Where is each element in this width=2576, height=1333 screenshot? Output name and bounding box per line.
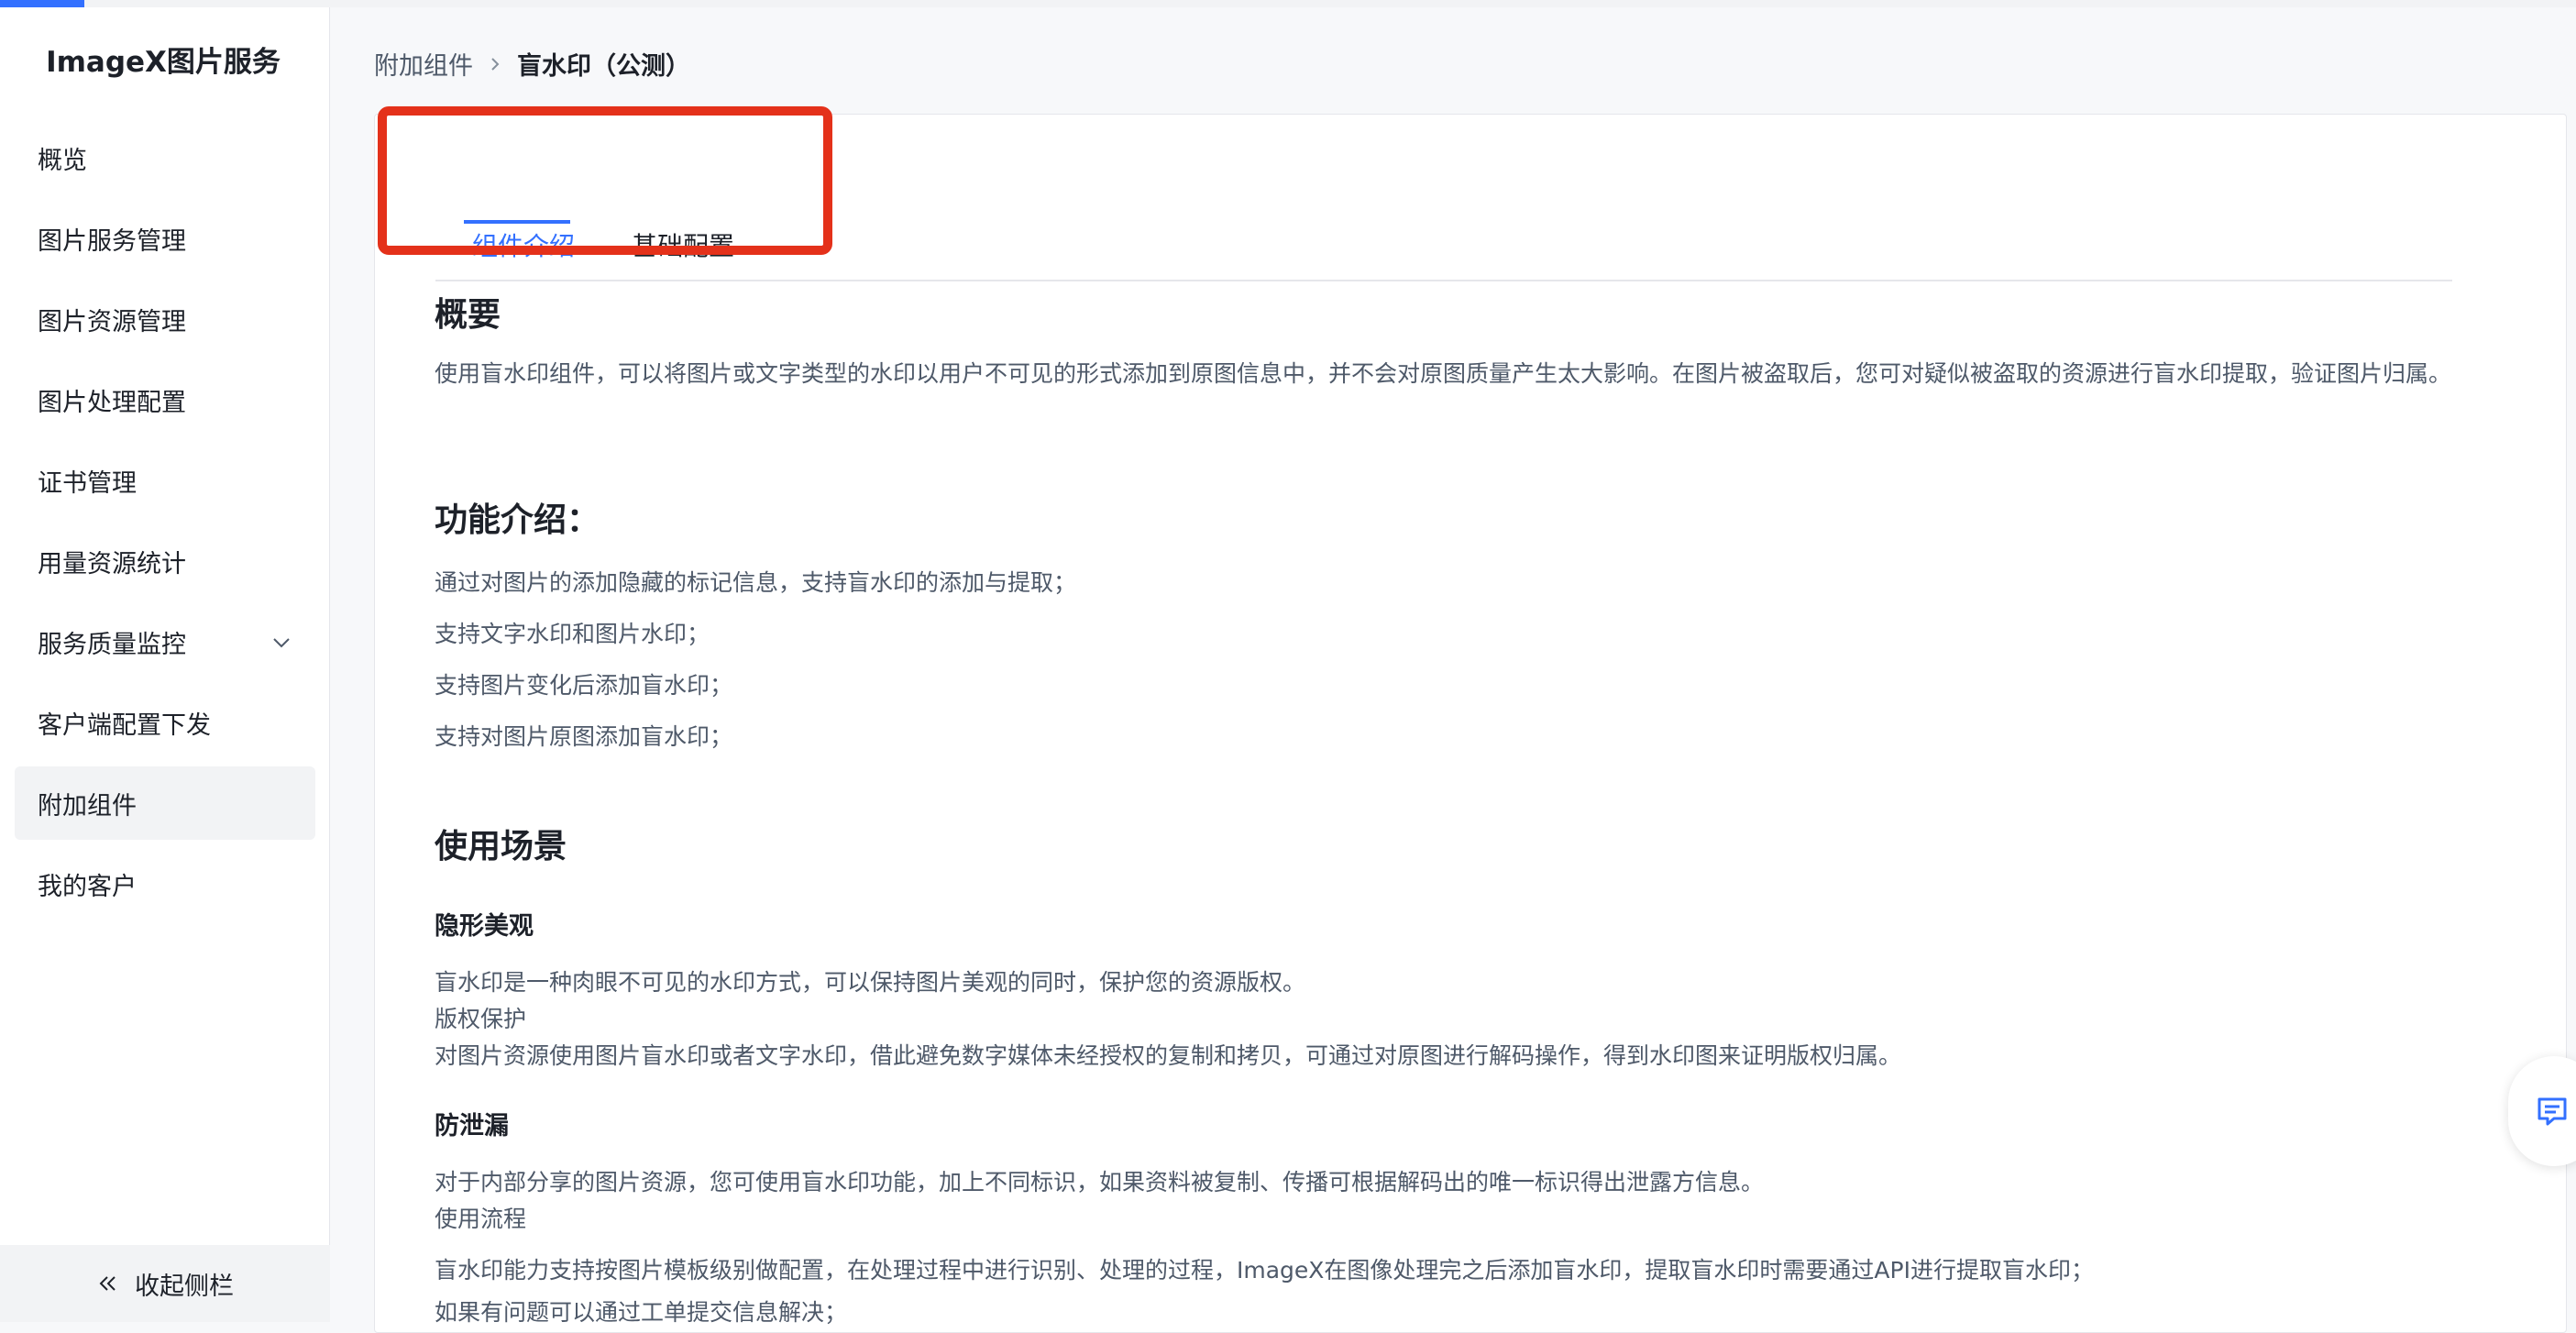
- sidebar-item-label: 图片资源管理: [38, 307, 186, 336]
- brand-title: ImageX图片服务: [46, 46, 281, 79]
- feature-item: 支持图片变化后添加盲水印；: [435, 672, 733, 699]
- tab-component-intro[interactable]: 组件介绍: [472, 226, 575, 263]
- feature-item: 通过对图片的添加隐藏的标记信息，支持盲水印的添加与提取；: [435, 569, 1077, 596]
- sidebar-item-service-management[interactable]: 图片服务管理: [15, 202, 315, 275]
- feedback-button[interactable]: [2508, 1056, 2576, 1166]
- section-title-scenarios: 使用场景: [435, 828, 567, 865]
- sidebar-item-label: 服务质量监控: [38, 630, 186, 659]
- sidebar-item-usage-stats[interactable]: 用量资源统计: [15, 524, 315, 598]
- tab-basic-config[interactable]: 基础配置: [632, 226, 734, 263]
- sidebar-item-label: 用量资源统计: [38, 549, 186, 578]
- collapse-sidebar-button[interactable]: 收起侧栏: [0, 1245, 330, 1322]
- sidebar-item-label: 证书管理: [38, 468, 137, 498]
- sidebar-item-processing-config[interactable]: 图片处理配置: [15, 363, 315, 436]
- sidebar-item-label: 概览: [38, 146, 87, 175]
- section-title-overview: 概要: [435, 296, 501, 334]
- sidebar-item-addons[interactable]: 附加组件: [15, 766, 315, 840]
- collapse-label: 收起侧栏: [135, 1272, 234, 1301]
- sidebar-item-label: 我的客户: [38, 872, 137, 901]
- sidebar-item-label: 客户端配置下发: [38, 711, 211, 740]
- scenario-line: 如果有问题可以通过工单提交信息解决；: [435, 1299, 848, 1326]
- double-chevron-left-icon: [99, 1276, 116, 1291]
- scenario-line: 使用流程: [435, 1206, 527, 1232]
- overview-paragraph: 使用盲水印组件，可以将图片或文字类型的水印以用户不可见的形式添加到原图信息中，并…: [435, 360, 2452, 387]
- sidebar-item-label: 图片处理配置: [38, 388, 186, 417]
- subsection-title-invisible: 隐形美观: [435, 912, 534, 941]
- sidebar-nav: 概览 图片服务管理 图片资源管理 图片处理配置 证书管理 用量资源统计 服务质量…: [15, 121, 315, 928]
- scenario-line: 盲水印是一种肉眼不可见的水印方式，可以保持图片美观的同时，保护您的资源版权。: [435, 969, 1306, 996]
- sidebar-item-quality-monitoring[interactable]: 服务质量监控: [15, 605, 315, 678]
- sidebar-item-resource-management[interactable]: 图片资源管理: [15, 282, 315, 356]
- scenario-line: 盲水印能力支持按图片模板级别做配置，在处理过程中进行识别、处理的过程，Image…: [435, 1257, 2094, 1283]
- feature-item: 支持对图片原图添加盲水印；: [435, 723, 733, 750]
- breadcrumb-current: 盲水印（公测）: [517, 52, 690, 81]
- sidebar-item-label: 图片服务管理: [38, 226, 186, 256]
- scenario-line: 对图片资源使用图片盲水印或者文字水印，借此避免数字媒体未经授权的复制和拷贝，可通…: [435, 1042, 1902, 1069]
- section-title-features: 功能介绍：: [435, 501, 600, 539]
- breadcrumb-parent-link[interactable]: 附加组件: [374, 46, 473, 82]
- chevron-down-icon[interactable]: [270, 631, 293, 655]
- active-tab-indicator: [464, 220, 570, 224]
- sidebar-item-client-config[interactable]: 客户端配置下发: [15, 686, 315, 759]
- scenario-line: 版权保护: [435, 1006, 527, 1032]
- sidebar: ImageX图片服务 概览 图片服务管理 图片资源管理 图片处理配置 证书管理 …: [0, 7, 330, 1322]
- breadcrumb: 附加组件 盲水印（公测）: [374, 46, 690, 82]
- top-progress-accent: [0, 0, 84, 7]
- sidebar-item-my-customers[interactable]: 我的客户: [15, 847, 315, 920]
- tab-bar: 组件介绍 基础配置: [435, 170, 2452, 281]
- top-progress-track: [0, 0, 2576, 7]
- feature-item: 支持文字水印和图片水印；: [435, 621, 710, 647]
- chevron-right-icon: [486, 55, 504, 73]
- subsection-title-leak-prevention: 防泄漏: [435, 1112, 509, 1140]
- sidebar-item-label: 附加组件: [38, 791, 137, 821]
- message-icon: [2537, 1097, 2567, 1126]
- sidebar-item-overview[interactable]: 概览: [15, 121, 315, 194]
- sidebar-item-certificates[interactable]: 证书管理: [15, 444, 315, 517]
- scenario-line: 对于内部分享的图片资源，您可使用盲水印功能，加上不同标识，如果资料被复制、传播可…: [435, 1169, 1765, 1195]
